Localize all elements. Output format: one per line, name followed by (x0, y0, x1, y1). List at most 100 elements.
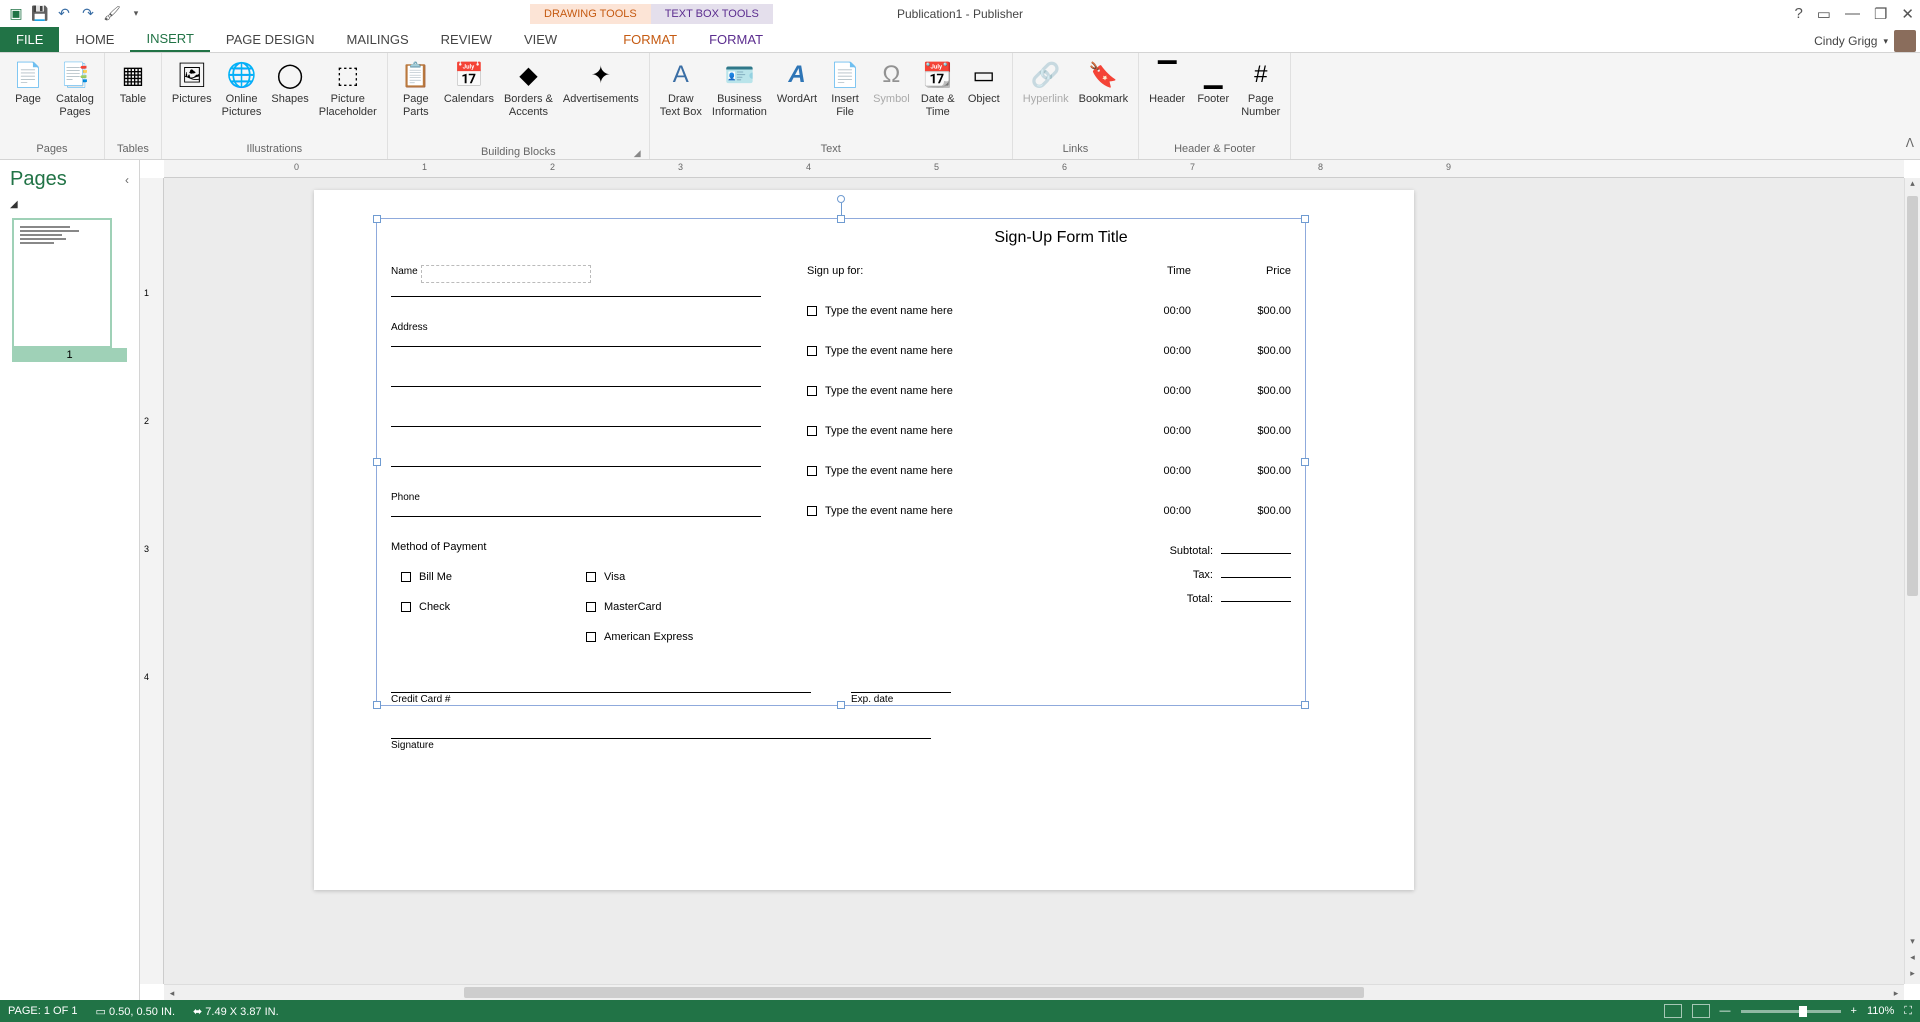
checkbox-icon[interactable] (807, 306, 817, 316)
view-two-page-icon[interactable] (1692, 1004, 1710, 1018)
minimize-icon[interactable]: — (1845, 5, 1860, 22)
tab-file[interactable]: FILE (0, 27, 59, 52)
catalog-pages-button[interactable]: 📑Catalog Pages (52, 57, 98, 121)
zoom-in-icon[interactable]: + (1851, 1005, 1857, 1017)
object-button[interactable]: ▭Object (962, 57, 1006, 108)
checkbox-icon[interactable] (586, 602, 596, 612)
table-button[interactable]: ▦Table (111, 57, 155, 108)
tab-review[interactable]: REVIEW (425, 27, 508, 52)
qat-customize-icon[interactable]: ▾ (126, 4, 146, 24)
zoom-out-icon[interactable]: — (1720, 1005, 1731, 1017)
insert-file-button[interactable]: 📄Insert File (823, 57, 867, 121)
prev-page-icon[interactable]: ◂ (1905, 952, 1920, 968)
zoom-slider[interactable] (1741, 1010, 1841, 1013)
checkbox-icon[interactable] (807, 506, 817, 516)
wordart-button[interactable]: AWordArt (773, 57, 821, 108)
user-account[interactable]: Cindy Grigg ▾ (1814, 30, 1916, 52)
scroll-right-icon[interactable]: ▸ (1888, 985, 1904, 1000)
collapse-ribbon-icon[interactable]: ᐱ (1906, 136, 1914, 150)
vertical-scrollbar[interactable]: ▴ ▾ ◂ ▸ (1904, 178, 1920, 984)
horizontal-scrollbar[interactable]: ◂ ▸ (164, 984, 1904, 1000)
tab-home[interactable]: HOME (59, 27, 130, 52)
tab-mailings[interactable]: MAILINGS (331, 27, 425, 52)
symbol-button[interactable]: ΩSymbol (869, 57, 914, 108)
restore-icon[interactable]: ❐ (1874, 5, 1887, 23)
ribbon-display-icon[interactable]: ▭ (1817, 5, 1831, 23)
checkbox-icon[interactable] (586, 572, 596, 582)
tab-page-design[interactable]: PAGE DESIGN (210, 27, 331, 52)
name-cursor-box[interactable] (421, 265, 591, 283)
pictures-button[interactable]: 🖼Pictures (168, 57, 216, 108)
selected-textbox[interactable]: Sign-Up Form Title Name Address (376, 218, 1306, 706)
fit-page-icon[interactable]: ⛶ (1904, 1005, 1912, 1018)
page-thumbnail[interactable]: 1 (0, 210, 139, 370)
scroll-up-icon[interactable]: ▴ (1905, 178, 1920, 194)
vertical-ruler[interactable]: 1234 (140, 178, 164, 984)
canvas[interactable]: Sign-Up Form Title Name Address (164, 178, 1904, 984)
online-pictures-icon: 🌐 (226, 59, 258, 91)
close-icon[interactable]: ✕ (1901, 5, 1914, 23)
borders-accents-button[interactable]: ◆Borders & Accents (500, 57, 557, 121)
address-line (391, 413, 761, 427)
header-icon: ▔ (1151, 59, 1183, 91)
advertisements-button[interactable]: ✦Advertisements (559, 57, 643, 108)
page-button[interactable]: 📄Page (6, 57, 50, 108)
checkbox-icon[interactable] (807, 466, 817, 476)
checkbox-icon[interactable] (807, 426, 817, 436)
v-scroll-thumb[interactable] (1907, 196, 1918, 596)
event-row: Type the event name here 00:00 $00.00 (807, 505, 1291, 517)
tab-format-drawing[interactable]: FORMAT (607, 27, 693, 52)
tab-insert[interactable]: INSERT (130, 27, 209, 52)
status-size: ⬌ 7.49 X 3.87 IN. (193, 1005, 279, 1018)
publication-page[interactable]: Sign-Up Form Title Name Address (314, 190, 1414, 890)
footer-button[interactable]: ▁Footer (1191, 57, 1235, 108)
page-parts-icon: 📋 (400, 59, 432, 91)
checkbox-icon[interactable] (807, 386, 817, 396)
header-button[interactable]: ▔Header (1145, 57, 1189, 108)
edit-area: 0123456789 1234 Sign-Up Form Title (140, 160, 1920, 1000)
form-content[interactable]: Sign-Up Form Title Name Address (377, 219, 1305, 705)
draw-textbox-button[interactable]: ADraw Text Box (656, 57, 706, 121)
collapse-panel-icon[interactable]: ‹ (125, 173, 129, 187)
horizontal-ruler[interactable]: 0123456789 (164, 160, 1904, 178)
tab-format-textbox[interactable]: FORMAT (693, 27, 779, 52)
h-scroll-thumb[interactable] (464, 987, 1364, 998)
format-painter-icon[interactable]: 🖌 (102, 4, 122, 24)
textbox-tools-header: TEXT BOX TOOLS (651, 4, 773, 24)
dialog-launcher-icon[interactable]: ◢ (634, 148, 641, 159)
tax-line (1221, 577, 1291, 578)
checkbox-icon[interactable] (586, 632, 596, 642)
view-single-icon[interactable] (1664, 1004, 1682, 1018)
scroll-down-icon[interactable]: ▾ (1905, 936, 1920, 952)
online-pictures-button[interactable]: 🌐Online Pictures (218, 57, 266, 121)
next-page-icon[interactable]: ▸ (1905, 968, 1920, 984)
group-label: Text (656, 141, 1006, 159)
scroll-left-icon[interactable]: ◂ (164, 985, 180, 1000)
page-parts-button[interactable]: 📋Page Parts (394, 57, 438, 121)
contextual-tab-headers: DRAWING TOOLS TEXT BOX TOOLS (530, 4, 773, 24)
checkbox-icon[interactable] (401, 572, 411, 582)
page-number-button[interactable]: #Page Number (1237, 57, 1284, 121)
undo-icon[interactable]: ↶ (54, 4, 74, 24)
help-icon[interactable]: ? (1794, 5, 1802, 22)
tab-view[interactable]: VIEW (508, 27, 573, 52)
checkbox-icon[interactable] (807, 346, 817, 356)
section-caret-icon[interactable]: ◢ (0, 199, 139, 210)
bookmark-button[interactable]: 🔖Bookmark (1075, 57, 1133, 108)
calendars-button[interactable]: 📅Calendars (440, 57, 498, 108)
rotation-handle[interactable] (837, 195, 845, 203)
picture-placeholder-button[interactable]: ⬚Picture Placeholder (315, 57, 381, 121)
checkbox-icon[interactable] (401, 602, 411, 612)
event-price: $00.00 (1191, 345, 1291, 357)
save-icon[interactable]: 💾 (30, 4, 50, 24)
ads-icon: ✦ (585, 59, 617, 91)
zoom-level[interactable]: 110% (1867, 1005, 1894, 1017)
shapes-button[interactable]: ◯Shapes (267, 57, 312, 108)
status-page[interactable]: PAGE: 1 OF 1 (8, 1005, 78, 1017)
date-time-button[interactable]: 📆Date & Time (916, 57, 960, 121)
hyperlink-button[interactable]: 🔗Hyperlink (1019, 57, 1073, 108)
redo-icon[interactable]: ↷ (78, 4, 98, 24)
zoom-slider-thumb[interactable] (1799, 1006, 1807, 1017)
group-pages: 📄Page 📑Catalog Pages Pages (0, 53, 105, 159)
business-info-button[interactable]: 🪪Business Information (708, 57, 771, 121)
